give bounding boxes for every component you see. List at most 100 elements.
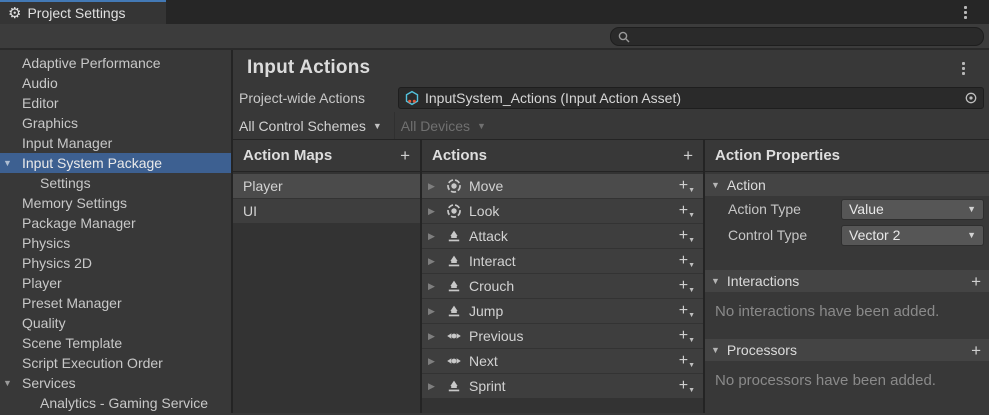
button-icon xyxy=(445,303,462,320)
control-schemes-dropdown[interactable]: All Control Schemes ▼ xyxy=(233,112,395,139)
sidebar-item-memory-settings[interactable]: Memory Settings xyxy=(0,193,231,213)
interactions-empty-message: No interactions have been added. xyxy=(705,303,989,320)
search-icon xyxy=(617,30,631,44)
foldout-collapsed-icon[interactable]: ▶ xyxy=(428,381,438,392)
panel-menu-kebab-icon[interactable] xyxy=(955,60,971,76)
sidebar-item-physics[interactable]: Physics xyxy=(0,233,231,253)
foldout-collapsed-icon[interactable]: ▶ xyxy=(428,356,438,367)
sidebar-item-services[interactable]: ▼ Services xyxy=(0,373,231,393)
object-picker-button[interactable] xyxy=(959,88,983,108)
button-icon xyxy=(445,378,462,395)
action-row-next[interactable]: ▶ Next +▼ xyxy=(422,349,703,373)
devices-dropdown[interactable]: All Devices ▼ xyxy=(395,112,498,139)
sidebar-item-script-execution-order[interactable]: Script Execution Order xyxy=(0,353,231,373)
sidebar-item-quality[interactable]: Quality xyxy=(0,313,231,333)
chevron-down-icon: ▼ xyxy=(967,230,976,240)
action-row-previous[interactable]: ▶ Previous +▼ xyxy=(422,324,703,348)
action-row-look[interactable]: ▶ Look +▼ xyxy=(422,199,703,223)
sidebar-item-input-manager[interactable]: Input Manager xyxy=(0,133,231,153)
action-properties-header: Action Properties xyxy=(705,140,989,172)
action-map-row-player[interactable]: Player xyxy=(233,174,420,198)
interactions-section-header[interactable]: ▼ Interactions + xyxy=(705,270,989,292)
sidebar-item-scene-template[interactable]: Scene Template xyxy=(0,333,231,353)
foldout-collapsed-icon[interactable]: ▶ xyxy=(428,231,438,242)
add-interaction-button[interactable]: + xyxy=(971,273,981,290)
asset-field-value: InputSystem_Actions (Input Action Asset) xyxy=(425,90,954,106)
tab-bar: ⚙ Project Settings xyxy=(0,0,989,24)
foldout-expanded-icon[interactable]: ▼ xyxy=(3,153,12,173)
action-row-crouch[interactable]: ▶ Crouch +▼ xyxy=(422,274,703,298)
input-action-asset-icon xyxy=(404,90,420,106)
add-processor-button[interactable]: + xyxy=(971,342,981,359)
button-icon xyxy=(445,228,462,245)
action-row-sprint[interactable]: ▶ Sprint +▼ xyxy=(422,374,703,398)
add-binding-button[interactable]: +▼ xyxy=(679,254,695,269)
control-type-row: Control Type Vector 2 ▼ xyxy=(705,222,989,248)
sidebar-item-input-system-package[interactable]: ▼ Input System Package xyxy=(0,153,231,173)
foldout-collapsed-icon[interactable]: ▶ xyxy=(428,306,438,317)
actions-header: Actions + xyxy=(422,140,703,172)
add-binding-button[interactable]: +▼ xyxy=(679,329,695,344)
actions-column: Actions + ▶ Move +▼ ▶ Loo xyxy=(422,140,705,413)
control-type-label: Control Type xyxy=(728,227,841,243)
chevron-down-icon: ▼ xyxy=(373,121,382,131)
action-section-header[interactable]: ▼ Action xyxy=(705,174,989,196)
sidebar-item-audio[interactable]: Audio xyxy=(0,73,231,93)
project-wide-actions-label: Project-wide Actions xyxy=(239,90,398,106)
tab-project-settings[interactable]: ⚙ Project Settings xyxy=(0,0,166,24)
foldout-expanded-icon[interactable]: ▼ xyxy=(711,180,720,190)
action-type-label: Action Type xyxy=(728,201,841,217)
foldout-expanded-icon[interactable]: ▼ xyxy=(711,345,720,355)
add-binding-button[interactable]: +▼ xyxy=(679,304,695,319)
action-row-jump[interactable]: ▶ Jump +▼ xyxy=(422,299,703,323)
tab-title: Project Settings xyxy=(27,5,125,21)
add-binding-button[interactable]: +▼ xyxy=(679,204,695,219)
panel-header: Input Actions xyxy=(233,50,989,86)
foldout-collapsed-icon[interactable]: ▶ xyxy=(428,281,438,292)
add-action-button[interactable]: + xyxy=(683,147,693,164)
axis-icon xyxy=(445,328,462,345)
search-input[interactable] xyxy=(610,27,984,46)
foldout-expanded-icon[interactable]: ▼ xyxy=(711,276,720,286)
sidebar-item-preset-manager[interactable]: Preset Manager xyxy=(0,293,231,313)
add-action-map-button[interactable]: + xyxy=(400,147,410,164)
action-type-dropdown[interactable]: Value ▼ xyxy=(841,199,984,220)
input-action-asset-field[interactable]: InputSystem_Actions (Input Action Asset) xyxy=(398,87,984,109)
project-wide-actions-row: Project-wide Actions InputSystem_Actions… xyxy=(233,86,989,110)
add-binding-button[interactable]: +▼ xyxy=(679,379,695,394)
action-row-attack[interactable]: ▶ Attack +▼ xyxy=(422,224,703,248)
sidebar-item-package-manager[interactable]: Package Manager xyxy=(0,213,231,233)
sidebar-item-physics-2d[interactable]: Physics 2D xyxy=(0,253,231,273)
action-map-row-ui[interactable]: UI xyxy=(233,199,420,223)
add-binding-button[interactable]: +▼ xyxy=(679,179,695,194)
action-maps-column: Action Maps + Player UI xyxy=(233,140,422,413)
action-row-interact[interactable]: ▶ Interact +▼ xyxy=(422,249,703,273)
window-menu-kebab-icon[interactable] xyxy=(957,4,973,20)
action-maps-list: Player UI xyxy=(233,172,420,223)
foldout-collapsed-icon[interactable]: ▶ xyxy=(428,206,438,217)
project-settings-window: ⚙ Project Settings Adaptive Performance … xyxy=(0,0,989,415)
sidebar-item-player[interactable]: Player xyxy=(0,273,231,293)
settings-toolbar xyxy=(0,24,989,50)
control-type-dropdown[interactable]: Vector 2 ▼ xyxy=(841,225,984,246)
foldout-collapsed-icon[interactable]: ▶ xyxy=(428,256,438,267)
sidebar-item-analytics-gaming-services[interactable]: Analytics - Gaming Service xyxy=(0,393,231,413)
sidebar-item-graphics[interactable]: Graphics xyxy=(0,113,231,133)
add-binding-button[interactable]: +▼ xyxy=(679,279,695,294)
processors-section-header[interactable]: ▼ Processors + xyxy=(705,339,989,361)
foldout-collapsed-icon[interactable]: ▶ xyxy=(428,181,438,192)
sidebar-item-adaptive-performance[interactable]: Adaptive Performance xyxy=(0,53,231,73)
add-binding-button[interactable]: +▼ xyxy=(679,354,695,369)
foldout-expanded-icon[interactable]: ▼ xyxy=(3,373,12,393)
axis-icon xyxy=(445,353,462,370)
sidebar-item-settings[interactable]: Settings xyxy=(0,173,231,193)
button-icon xyxy=(445,278,462,295)
action-row-move[interactable]: ▶ Move +▼ xyxy=(422,174,703,198)
object-picker-icon xyxy=(964,91,978,105)
sidebar-item-editor[interactable]: Editor xyxy=(0,93,231,113)
button-icon xyxy=(445,253,462,270)
foldout-collapsed-icon[interactable]: ▶ xyxy=(428,331,438,342)
chevron-down-icon: ▼ xyxy=(967,204,976,214)
page-title: Input Actions xyxy=(247,57,370,79)
add-binding-button[interactable]: +▼ xyxy=(679,229,695,244)
